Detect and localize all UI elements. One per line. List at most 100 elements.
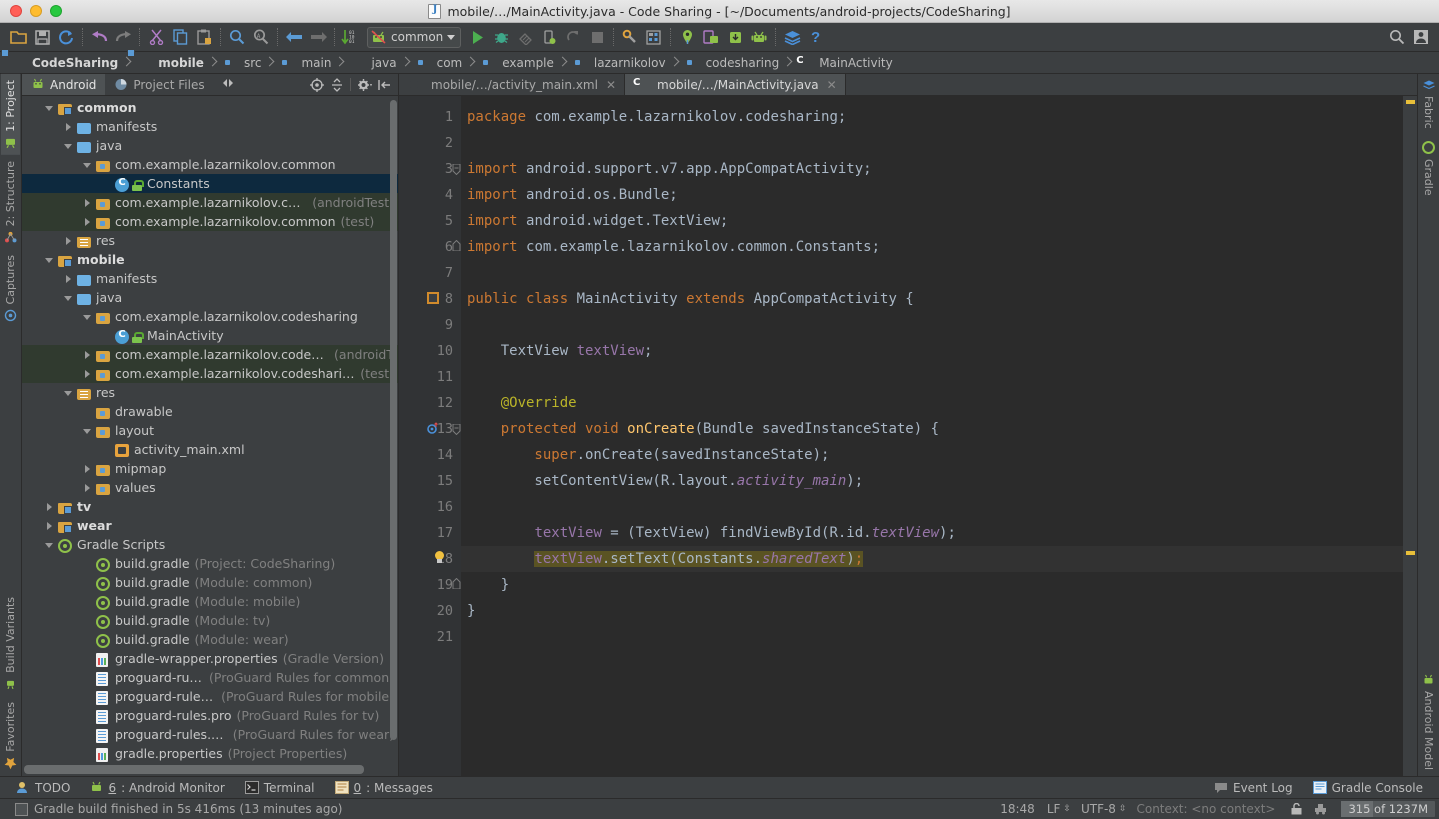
tree-node[interactable]: gradle-wrapper.properties (Gradle Version… [22, 649, 398, 668]
fold-end-icon[interactable] [452, 240, 461, 251]
tool-button-todo[interactable]: TODO [6, 781, 80, 795]
twisty-collapsed-icon[interactable] [44, 501, 56, 513]
gutter-line[interactable]: 19 [399, 572, 461, 598]
tree-vertical-scrollbar[interactable] [390, 100, 397, 740]
tree-node[interactable]: com.example.lazarnikolov.codesharing (tes… [22, 364, 398, 383]
instant-run-icon[interactable] [537, 25, 561, 49]
twisty-collapsed-icon[interactable] [82, 368, 94, 380]
line-marker[interactable] [1406, 551, 1415, 555]
code-line[interactable] [461, 312, 1403, 338]
tree-horizontal-scrollbar-thumb[interactable] [24, 765, 364, 774]
editor-gutter[interactable]: 1 2 3 4 5 6 7 8 9 10 11 12 13 14 15 16 17 18 19 20 21 [399, 96, 461, 776]
code-line[interactable]: textView = (TextView) findViewById(R.id.… [461, 520, 1403, 546]
sidebar-item-gradle[interactable]: Gradle [1419, 135, 1438, 202]
stop-icon[interactable] [585, 25, 609, 49]
gutter-line[interactable]: 8 [399, 286, 461, 312]
undo-icon[interactable] [87, 25, 111, 49]
twisty-expanded-icon[interactable] [82, 425, 94, 437]
sidebar-item-build-variants[interactable]: Build Variants [1, 591, 20, 696]
code-line[interactable]: } [461, 572, 1403, 598]
code-line[interactable]: super.onCreate(savedInstanceState); [461, 442, 1403, 468]
breadcrumb-item-mobile[interactable]: mobile [132, 55, 207, 70]
gutter-line[interactable]: 2 [399, 130, 461, 156]
tree-horizontal-scrollbar-track[interactable] [22, 763, 398, 776]
read-only-lock-icon[interactable] [1289, 802, 1303, 816]
tree-node[interactable]: values [22, 478, 398, 497]
gutter-line[interactable]: 11 [399, 364, 461, 390]
memory-indicator[interactable]: 315 of 1237M [1341, 801, 1435, 817]
code-line[interactable] [461, 260, 1403, 286]
tree-node[interactable]: layout [22, 421, 398, 440]
tree-node[interactable]: build.gradle (Module: tv) [22, 611, 398, 630]
sdk-download-icon[interactable] [723, 25, 747, 49]
breadcrumb-item-java[interactable]: java [345, 55, 399, 70]
twisty-expanded-icon[interactable] [63, 292, 75, 304]
tree-node[interactable]: res [22, 383, 398, 402]
twisty-expanded-icon[interactable] [82, 159, 94, 171]
tree-node[interactable]: build.gradle (Module: wear) [22, 630, 398, 649]
run-icon[interactable] [465, 25, 489, 49]
tree-node[interactable]: proguard-rules.pro (ProGuard Rules for tv… [22, 706, 398, 725]
gutter-line[interactable]: 12 [399, 390, 461, 416]
tree-node[interactable]: gradle.properties (Project Properties) [22, 744, 398, 763]
tree-node[interactable]: res [22, 231, 398, 250]
code-line[interactable]: } [461, 598, 1403, 624]
find-replace-icon[interactable]: A [249, 25, 273, 49]
breadcrumb-item-codesharing-pkg[interactable]: codesharing [680, 55, 783, 70]
settings-gear-icon[interactable] [356, 76, 373, 93]
twisty-collapsed-icon[interactable] [82, 349, 94, 361]
twisty-collapsed-icon[interactable] [63, 273, 75, 285]
avd-manager-icon[interactable] [642, 25, 666, 49]
tree-node[interactable]: java [22, 136, 398, 155]
android-icon[interactable] [747, 25, 771, 49]
breadcrumb-item-example[interactable]: example [476, 55, 557, 70]
tree-node[interactable]: build.gradle (Module: mobile) [22, 592, 398, 611]
search-everywhere-icon[interactable] [1385, 25, 1409, 49]
collapse-all-icon[interactable] [328, 76, 345, 93]
back-icon[interactable] [282, 25, 306, 49]
tree-node[interactable]: Constants [22, 174, 398, 193]
redo-icon[interactable] [111, 25, 135, 49]
sdk-manager-icon[interactable] [618, 25, 642, 49]
twisty-expanded-icon[interactable] [44, 539, 56, 551]
gutter-line[interactable]: 4 [399, 182, 461, 208]
tree-node[interactable]: mobile [22, 250, 398, 269]
code-text[interactable]: package com.example.lazarnikolov.codesha… [461, 96, 1403, 776]
tree-node[interactable]: com.example.lazarnikolov.codesharing (and… [22, 345, 398, 364]
sort-icon[interactable]: 01 10 01 [339, 25, 363, 49]
hide-panel-icon[interactable] [376, 76, 393, 93]
tool-button-gradle-console[interactable]: Gradle Console [1303, 781, 1433, 795]
editor-marker-bar[interactable] [1403, 96, 1417, 776]
user-account-icon[interactable] [1409, 25, 1433, 49]
cut-icon[interactable] [144, 25, 168, 49]
breadcrumb-item-lazarnikolov[interactable]: lazarnikolov [568, 55, 669, 70]
override-method-icon[interactable] [427, 422, 440, 435]
code-line[interactable] [461, 624, 1403, 650]
sidebar-item-captures[interactable]: Captures [1, 249, 20, 327]
code-line[interactable]: import com.example.lazarnikolov.common.C… [461, 234, 1403, 260]
tree-node[interactable]: activity_main.xml [22, 440, 398, 459]
breadcrumb-item-main[interactable]: main [275, 55, 334, 70]
sidebar-item-project[interactable]: 1: Project [1, 74, 20, 155]
twisty-expanded-icon[interactable] [63, 140, 75, 152]
code-line[interactable]: import android.support.v7.app.AppCompatA… [461, 156, 1403, 182]
tool-button-android-monitor[interactable]: 6: Android Monitor [80, 781, 234, 795]
twisty-collapsed-icon[interactable] [63, 235, 75, 247]
breadcrumb-item-src[interactable]: src [218, 55, 265, 70]
tree-node[interactable]: build.gradle (Module: common) [22, 573, 398, 592]
gutter-line[interactable]: 1 [399, 104, 461, 130]
sidebar-item-android-model[interactable]: Android Model [1419, 668, 1438, 776]
tree-node[interactable]: proguard-rules.pro (ProGuard Rules for mo… [22, 687, 398, 706]
code-line[interactable]: public class MainActivity extends AppCom… [461, 286, 1403, 312]
gutter-line[interactable]: 5 [399, 208, 461, 234]
encoding-chevron-icon[interactable]: ⇳ [1119, 804, 1127, 814]
twisty-collapsed-icon[interactable] [82, 482, 94, 494]
gutter-line[interactable]: 14 [399, 442, 461, 468]
breadcrumb-item-codesharing[interactable]: CodeSharing [6, 55, 121, 70]
line-separator-chevron-icon[interactable]: ⇳ [1063, 804, 1071, 814]
warning-marker[interactable] [1406, 100, 1415, 104]
open-folder-icon[interactable] [6, 25, 30, 49]
tree-node[interactable]: com.example.lazarnikolov.common (androidT… [22, 193, 398, 212]
gutter-line[interactable]: 17 [399, 520, 461, 546]
twisty-expanded-icon[interactable] [44, 102, 56, 114]
